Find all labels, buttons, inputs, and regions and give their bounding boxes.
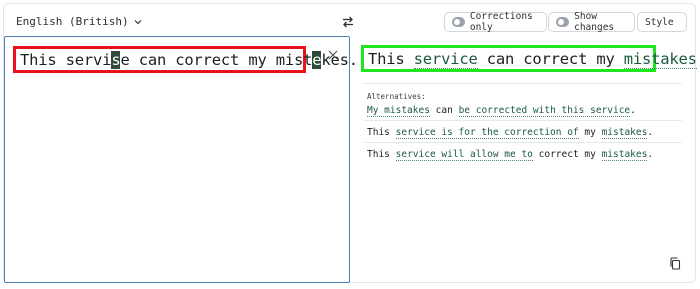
source-text-part: This servi bbox=[20, 51, 112, 69]
output-highlight-box: This service can correct my mistakes. bbox=[361, 45, 700, 72]
alt-text: . bbox=[647, 149, 654, 160]
corrected-word[interactable]: mistakes bbox=[623, 50, 697, 69]
output-word: This bbox=[368, 50, 405, 68]
swap-arrows-icon[interactable] bbox=[341, 15, 355, 29]
alt-text: can bbox=[435, 105, 453, 116]
alt-text: correct my bbox=[538, 149, 596, 160]
corrections-only-toggle[interactable]: Corrections only bbox=[444, 11, 547, 33]
output-word: can correct my bbox=[486, 50, 615, 68]
corrected-word[interactable]: service bbox=[413, 50, 478, 69]
alt-changed-text: service will allow me to bbox=[395, 149, 533, 161]
alt-changed-text: My mistakes bbox=[367, 105, 430, 117]
style-label: Style bbox=[645, 16, 674, 28]
top-toolbar: English (British) Corrections only Show … bbox=[4, 4, 697, 40]
corrected-text[interactable]: This service can correct my mistakes. bbox=[368, 50, 700, 69]
close-icon[interactable] bbox=[327, 49, 339, 61]
translator-window: English (British) Corrections only Show … bbox=[3, 3, 700, 283]
source-text-panel[interactable]: This servise can correct my mistekes. bbox=[4, 36, 358, 283]
alt-text: . bbox=[647, 127, 654, 138]
language-selector[interactable]: English (British) bbox=[16, 15, 143, 28]
show-changes-label: Show changes bbox=[574, 11, 615, 33]
alt-text: . bbox=[630, 105, 636, 116]
divider bbox=[363, 120, 682, 121]
alt-text: my bbox=[584, 127, 596, 138]
divider bbox=[363, 142, 682, 143]
alternative-item[interactable]: This service will allow me to correct my… bbox=[367, 149, 654, 161]
toggle-switch-icon[interactable] bbox=[556, 17, 570, 27]
alt-changed-text: be corrected with this service bbox=[458, 105, 631, 117]
source-highlight-box: This servise can correct my mistekes. bbox=[13, 46, 358, 73]
style-dropdown[interactable]: Style bbox=[637, 12, 687, 32]
source-text[interactable]: This servise can correct my mistekes. bbox=[20, 51, 358, 69]
language-label: English (British) bbox=[16, 15, 129, 28]
alternatives-label: Alternatives: bbox=[367, 92, 426, 101]
copy-icon[interactable] bbox=[669, 257, 681, 270]
chevron-down-icon bbox=[134, 19, 142, 24]
corrections-only-label: Corrections only bbox=[469, 11, 533, 33]
show-changes-toggle[interactable]: Show changes bbox=[548, 11, 635, 33]
source-text-part: e can correct my mist bbox=[120, 51, 313, 69]
alt-changed-text: service is for the correction of bbox=[395, 127, 579, 139]
output-panel: This service can correct my mistakes. Al… bbox=[350, 36, 700, 283]
alt-changed-text: mistakes bbox=[601, 127, 648, 139]
alt-text: This bbox=[367, 127, 390, 138]
toggle-switch-icon[interactable] bbox=[452, 17, 465, 27]
divider bbox=[363, 83, 682, 84]
alternative-item[interactable]: This service is for the correction of my… bbox=[367, 127, 654, 139]
alt-changed-text: mistakes bbox=[601, 149, 648, 161]
alt-text: This bbox=[367, 149, 390, 160]
alternative-item[interactable]: My mistakes can be corrected with this s… bbox=[367, 105, 636, 117]
